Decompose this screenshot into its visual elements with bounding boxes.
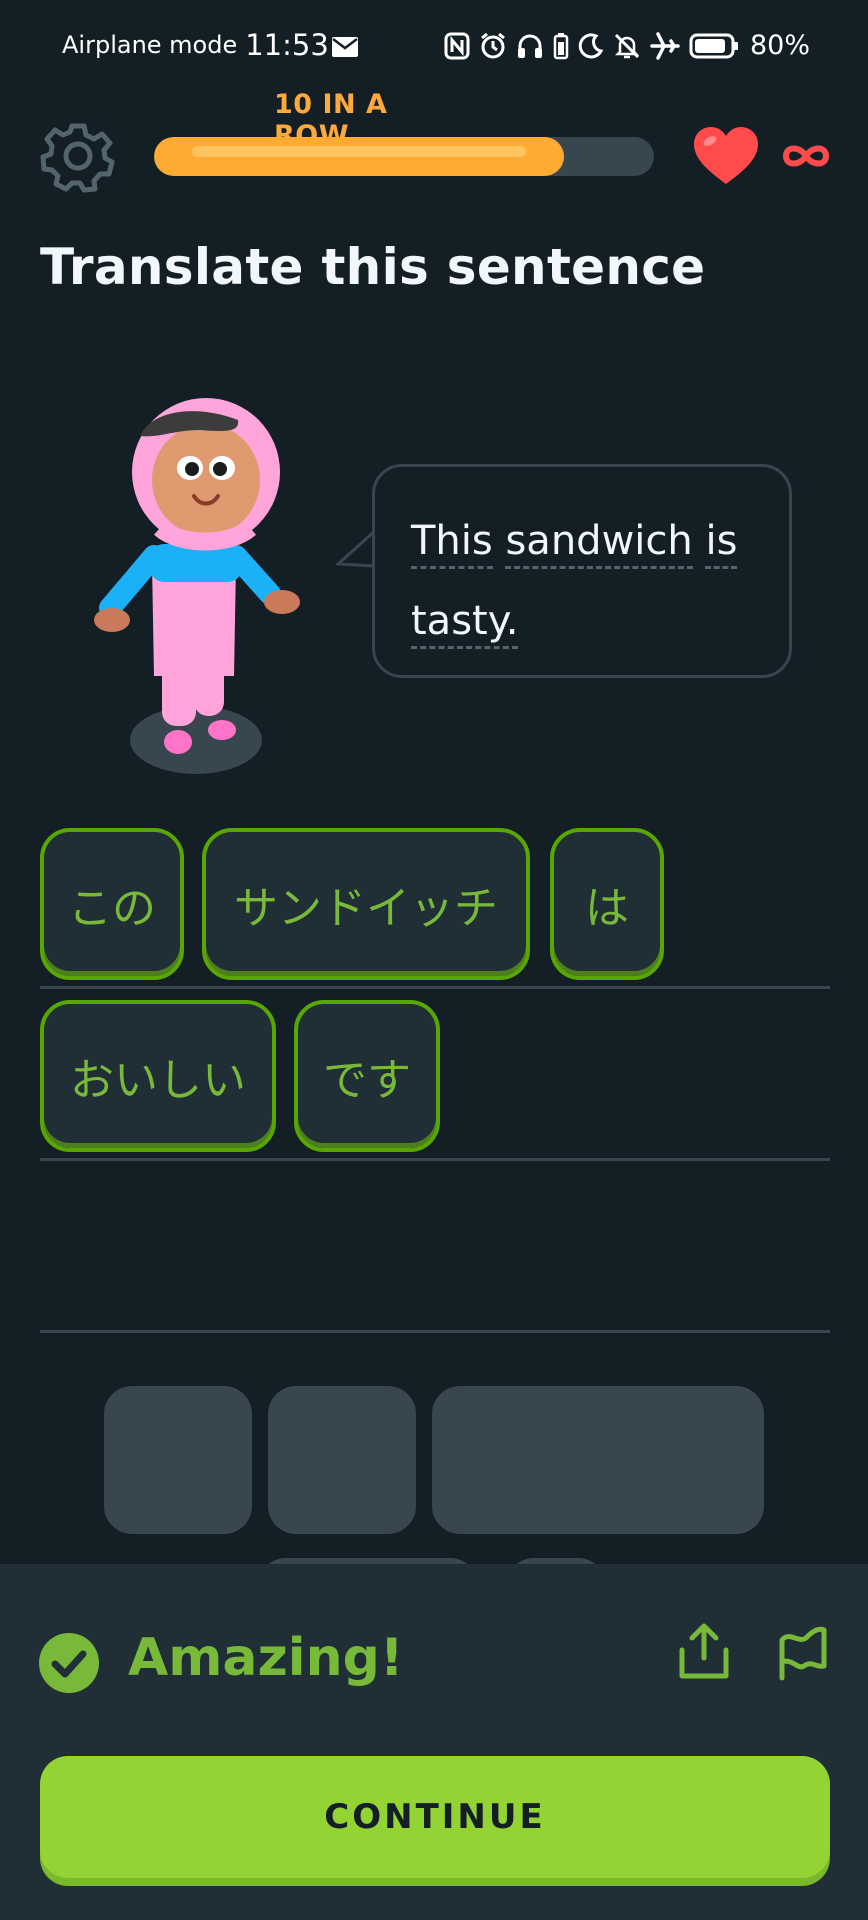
answer-tile[interactable]: おいしい	[40, 1000, 276, 1152]
hint-word[interactable]: tasty.	[411, 598, 519, 649]
mail-icon	[332, 37, 358, 57]
speech-bubble: This sandwich is tasty.	[372, 464, 792, 678]
word-bank-slot	[104, 1386, 252, 1534]
battery-small-icon	[553, 32, 569, 59]
flag-icon[interactable]	[774, 1620, 830, 1682]
answer-tile[interactable]: サンドイッチ	[202, 828, 530, 980]
feedback-message: Amazing!	[128, 1628, 404, 1688]
progress-shine	[192, 146, 526, 157]
lesson-progress-bar	[154, 137, 654, 176]
continue-button[interactable]: CONTINUE	[40, 1756, 830, 1878]
answer-line	[40, 1158, 830, 1161]
character-illustration	[94, 398, 300, 774]
gear-icon[interactable]	[40, 118, 116, 194]
hint-word[interactable]: is	[705, 518, 738, 569]
check-icon	[39, 1633, 99, 1693]
airplane-mode-label: Airplane mode	[62, 31, 238, 59]
word-bank-slot	[268, 1386, 416, 1534]
answer-line	[40, 1330, 830, 1333]
source-sentence: This sandwich is tasty.	[411, 501, 761, 661]
progress-fill	[154, 137, 564, 176]
heart-icon	[694, 127, 758, 184]
moon-icon	[578, 32, 604, 58]
nfc-icon	[444, 32, 470, 59]
silent-icon	[614, 33, 640, 58]
page-title: Translate this sentence	[40, 238, 706, 296]
clock: 11:53	[245, 28, 329, 62]
headphones-icon	[517, 34, 542, 58]
answer-line	[40, 986, 830, 989]
hint-word[interactable]: sandwich	[505, 518, 693, 569]
status-bar: Airplane mode 11:53 80%	[0, 0, 868, 96]
answer-tile[interactable]: です	[294, 1000, 440, 1152]
battery-percent: 80%	[749, 30, 810, 61]
share-icon[interactable]	[676, 1620, 732, 1682]
answer-tile[interactable]: は	[550, 828, 664, 980]
alarm-icon	[481, 32, 505, 58]
hearts-indicator[interactable]	[690, 124, 832, 188]
word-bank-slot	[432, 1386, 764, 1534]
airplane-icon	[650, 31, 680, 60]
battery-icon	[689, 33, 738, 58]
infinity-icon	[782, 145, 830, 167]
hint-word[interactable]: This	[411, 518, 493, 569]
answer-tile[interactable]: この	[40, 828, 184, 980]
